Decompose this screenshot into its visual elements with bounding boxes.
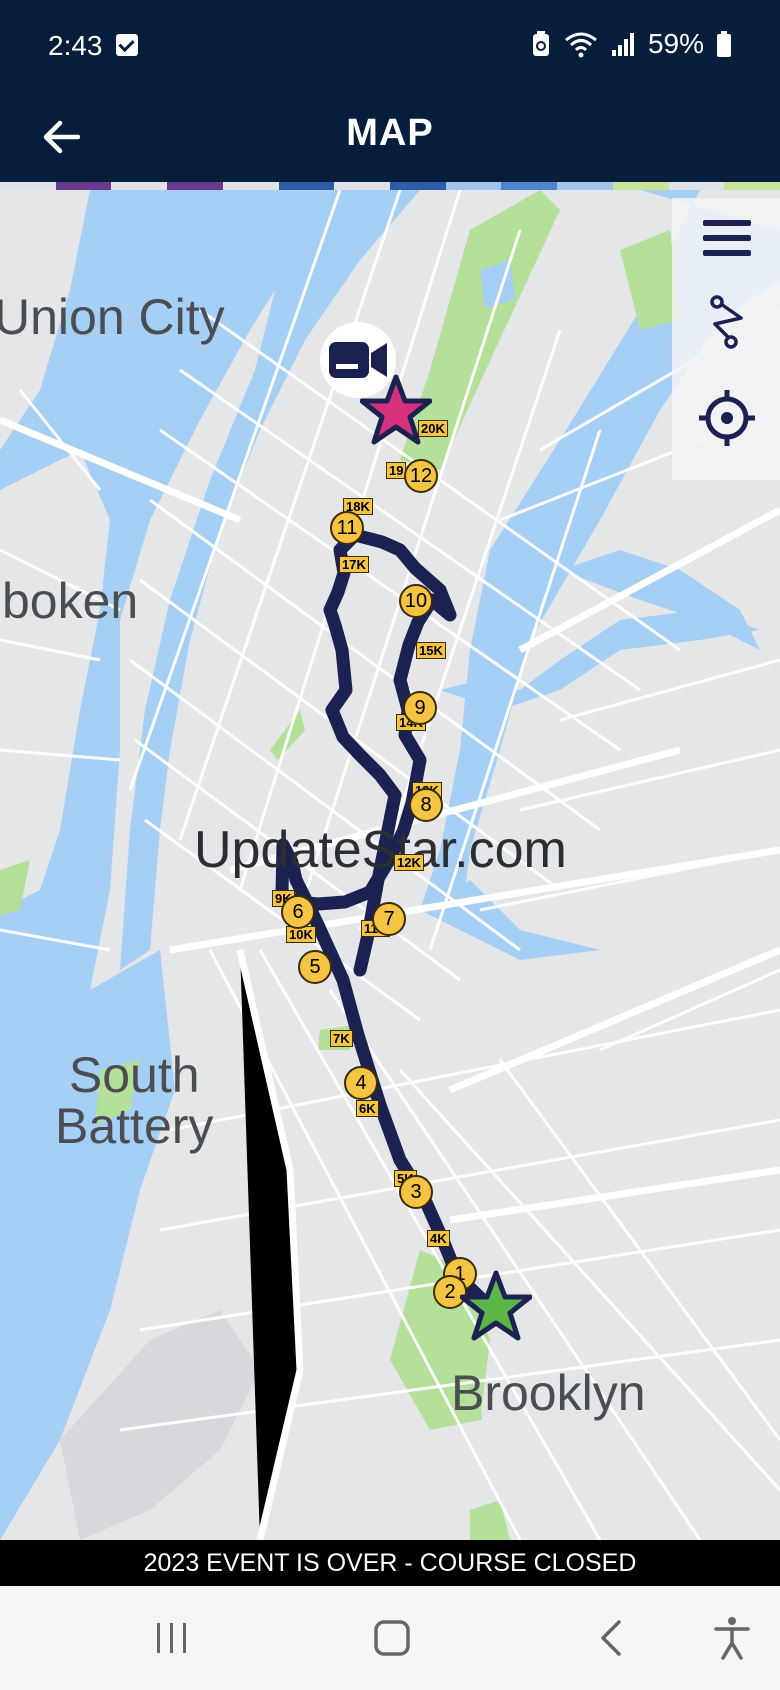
mile-marker[interactable]: 11 bbox=[330, 511, 364, 545]
page-title: MAP bbox=[346, 112, 434, 154]
km-marker[interactable]: 6K bbox=[356, 1100, 379, 1117]
wifi-icon bbox=[565, 32, 597, 58]
label-union-city: Union City bbox=[0, 289, 225, 345]
app-bar: MAP bbox=[0, 92, 780, 182]
mile-marker[interactable]: 5 bbox=[298, 950, 332, 984]
mile-marker[interactable]: 7 bbox=[372, 902, 406, 936]
video-camera-button[interactable] bbox=[320, 322, 396, 398]
mile-marker[interactable]: 3 bbox=[399, 1175, 433, 1209]
color-strip bbox=[0, 182, 780, 190]
route-button[interactable] bbox=[682, 282, 772, 362]
signal-icon bbox=[611, 33, 634, 56]
label-south-battery: South Battery bbox=[55, 1047, 214, 1154]
route-icon bbox=[710, 295, 743, 349]
mile-marker[interactable]: 4 bbox=[344, 1066, 378, 1100]
mile-marker[interactable]: 12 bbox=[404, 459, 438, 493]
km-marker[interactable]: 15K bbox=[416, 642, 446, 659]
recents-icon bbox=[157, 1623, 186, 1653]
mile-marker[interactable]: 8 bbox=[409, 788, 443, 822]
event-closed-banner: 2023 EVENT IS OVER - COURSE CLOSED bbox=[0, 1540, 780, 1586]
accessibility-icon bbox=[714, 1617, 750, 1660]
status-bar: 2:43 59% bbox=[0, 0, 780, 92]
locate-button[interactable] bbox=[682, 378, 772, 458]
nav-back-button[interactable] bbox=[582, 1612, 642, 1664]
battery-icon bbox=[717, 31, 731, 57]
locate-icon bbox=[699, 390, 755, 446]
label-brooklyn: Brooklyn bbox=[451, 1365, 646, 1421]
home-icon bbox=[374, 1620, 410, 1656]
home-button[interactable] bbox=[362, 1612, 422, 1664]
system-nav-bar bbox=[0, 1586, 780, 1690]
mile-marker[interactable]: 6 bbox=[281, 895, 315, 929]
menu-icon bbox=[703, 220, 751, 256]
accessibility-button[interactable] bbox=[702, 1612, 762, 1664]
map-controls bbox=[672, 198, 780, 480]
km-marker[interactable]: 4K bbox=[427, 1230, 450, 1247]
km-marker[interactable]: 12K bbox=[394, 854, 424, 871]
mile-marker[interactable]: 9 bbox=[403, 691, 437, 725]
status-time: 2:43 bbox=[48, 30, 103, 61]
notification-check-icon bbox=[116, 34, 138, 56]
start-star-icon[interactable] bbox=[460, 1270, 532, 1342]
label-hoboken: boken bbox=[2, 573, 139, 629]
battery-percent: 59% bbox=[647, 28, 704, 59]
video-camera-icon bbox=[329, 342, 387, 378]
km-marker[interactable]: 7K bbox=[330, 1030, 353, 1047]
watermark: UpdateStar.com bbox=[194, 821, 567, 879]
km-marker[interactable]: 17K bbox=[339, 556, 369, 573]
status-icons: 59% bbox=[530, 28, 732, 60]
battery-saver-icon bbox=[532, 31, 549, 56]
mile-marker[interactable]: 10 bbox=[399, 584, 433, 618]
nav-back-icon bbox=[601, 1620, 621, 1656]
course-map[interactable]: Union City boken South Battery Brooklyn … bbox=[0, 190, 780, 1540]
recents-button[interactable] bbox=[142, 1612, 202, 1664]
menu-button[interactable] bbox=[682, 198, 772, 278]
